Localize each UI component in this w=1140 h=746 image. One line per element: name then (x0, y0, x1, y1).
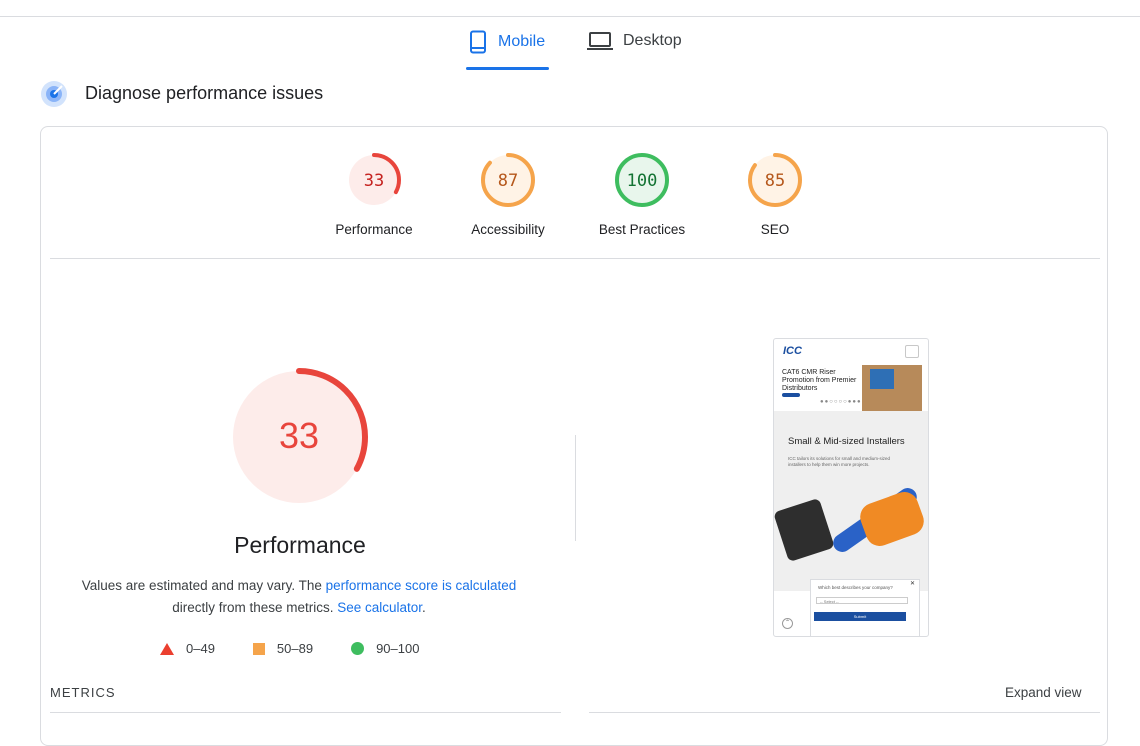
laptop-icon (587, 32, 613, 50)
desc-prefix: Values are estimated and may vary. The (81, 578, 326, 593)
gauge-seo[interactable]: 85 SEO (720, 152, 830, 237)
vertical-divider (575, 435, 576, 541)
thumb-logo: ICC (783, 345, 802, 357)
gauge-score: 85 (765, 171, 785, 191)
metrics-divider-left (50, 712, 561, 713)
thumb-popup-close-icon: ✕ (910, 581, 916, 587)
legend-range: 90–100 (376, 641, 420, 656)
gauge-best-practices[interactable]: 100 Best Practices (587, 152, 697, 237)
gauge-score: 33 (364, 171, 384, 191)
desc-suffix: . (422, 600, 426, 615)
gauge-performance[interactable]: 33 Performance (319, 152, 429, 237)
thumb-hero-button (782, 393, 800, 397)
page-screenshot-thumbnail[interactable]: ICC CAT6 CMR Riser Promotion from Premie… (773, 338, 929, 637)
tab-mobile-label: Mobile (498, 33, 546, 50)
expand-view-button[interactable]: Expand view (1005, 685, 1082, 700)
legend-item-pass: 90–100 (351, 641, 419, 656)
tab-mobile[interactable]: Mobile (468, 30, 545, 54)
thumb-menu-icon (905, 345, 919, 358)
legend-item-fail: 0–49 (160, 641, 215, 656)
gauge-ring: 33 (347, 153, 401, 207)
big-gauge-score: 33 (279, 415, 319, 456)
section-title: Diagnose performance issues (85, 83, 324, 103)
thumb-heading: Small & Mid-sized Installers (788, 436, 905, 447)
legend-range: 50–89 (276, 641, 314, 656)
thumb-popup-question: Which best describes your company? (818, 585, 893, 590)
gauge-label-accessibility: Accessibility (471, 222, 545, 237)
gauge-ring: 85 (748, 153, 802, 207)
metrics-heading: METRICS (50, 685, 116, 700)
gauge-label-seo: SEO (760, 222, 790, 237)
diagnose-radar-icon (41, 81, 67, 107)
tab-desktop-label: Desktop (623, 32, 682, 49)
tab-desktop[interactable]: Desktop (587, 30, 682, 52)
thumb-box-label (870, 369, 894, 389)
thumb-popup-submit: Submit (814, 612, 906, 621)
score-legend: 0–49 50–89 90–100 (160, 641, 457, 656)
big-performance-gauge: 33 (230, 368, 368, 506)
red-triangle-icon (160, 642, 174, 655)
gauge-ring: 100 (615, 153, 669, 207)
gauges-divider (50, 258, 1100, 259)
green-circle-icon (351, 642, 365, 655)
gauge-label-performance: Performance (335, 222, 413, 237)
score-calculated-link[interactable]: performance score is calculated (326, 578, 517, 593)
thumb-paragraph: ICC tailors its solutions for small and … (788, 456, 891, 467)
desc-middle: directly from these metrics. (172, 600, 338, 615)
metrics-divider-right (589, 712, 1100, 713)
gauge-accessibility[interactable]: 87 Accessibility (453, 152, 563, 237)
see-calculator-link[interactable]: See calculator (337, 600, 422, 615)
thumb-popup-select: -- Select -- (816, 597, 908, 604)
active-tab-indicator (466, 67, 549, 70)
thumb-carousel-dots: ●●○○○○●●● (820, 399, 862, 405)
mobile-phone-icon (470, 30, 486, 54)
gauge-ring: 87 (481, 153, 535, 207)
thumb-scroll-up-icon: ⌃ (782, 618, 793, 629)
gauge-score: 100 (627, 171, 658, 191)
performance-heading: Performance (234, 532, 366, 558)
legend-item-average: 50–89 (252, 641, 314, 656)
thumb-hero-text: CAT6 CMR Riser Promotion from Premier Di… (782, 369, 857, 392)
performance-description: Values are estimated and may vary. The p… (60, 575, 538, 619)
top-divider (0, 16, 1140, 17)
legend-range: 0–49 (186, 641, 215, 656)
gauge-score: 87 (498, 171, 518, 191)
gauge-label-best-practices: Best Practices (598, 222, 686, 237)
orange-square-icon (252, 642, 265, 655)
